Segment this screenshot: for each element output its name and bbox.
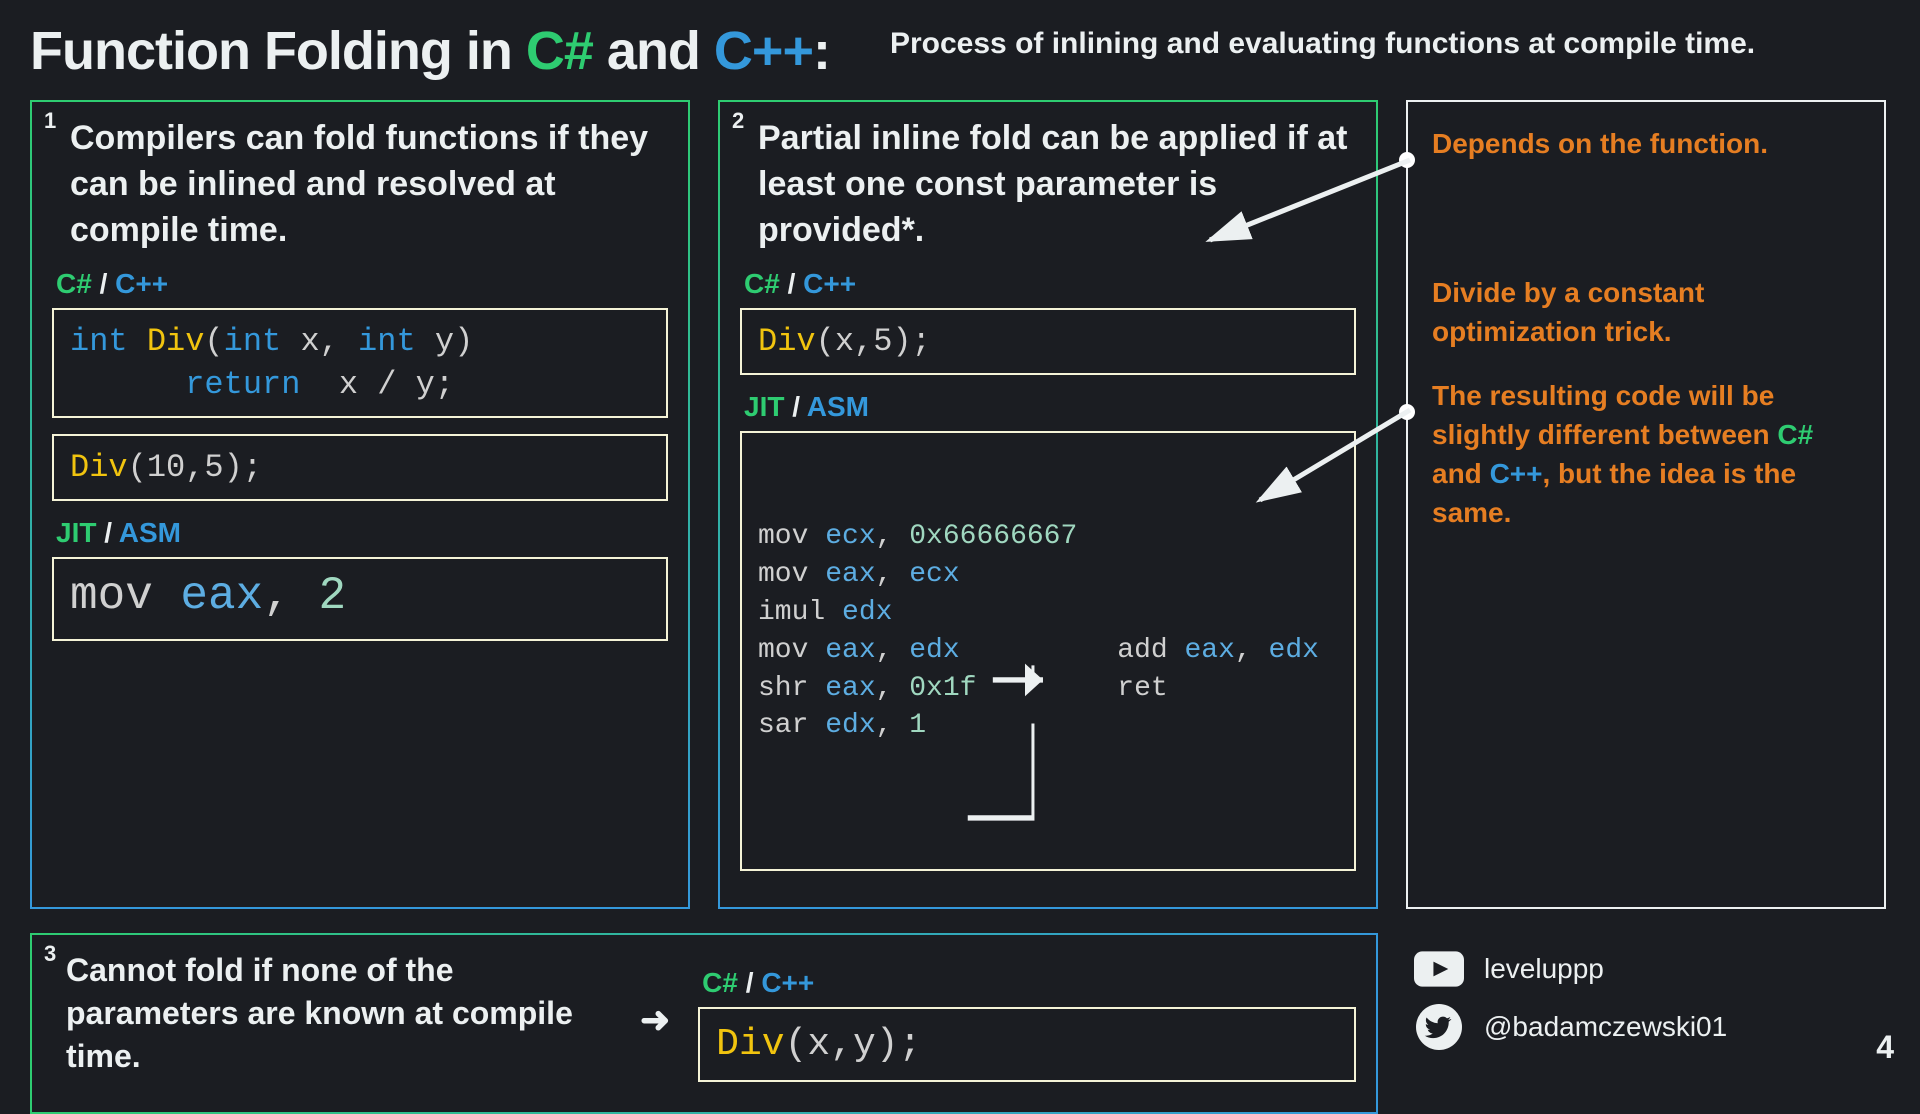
page-title: Function Folding in C# and C++: [30,20,830,82]
title-cpp: C++ [714,21,813,81]
code-block-div-x5: Div(x,5); [740,308,1356,375]
twitter-link[interactable]: @badamczewski01 [1414,1009,1886,1045]
panel-number-1: 1 [44,108,56,134]
lang-label-2: C# / C++ [744,268,1356,300]
panel2-text: Partial inline fold can be applied if at… [758,116,1356,254]
lang-label-1: C# / C++ [56,268,668,300]
jit-label-1: JIT / ASM [56,517,668,549]
jit-sep: / [96,517,118,548]
code-block-div-def: int Div(int x, int y) return x / y; [52,308,668,418]
panel3-text: Cannot fold if none of the parameters ar… [66,949,612,1079]
page-number: 4 [1876,1029,1894,1066]
code-block-div-call: Div(10,5); [52,434,668,501]
panel-number-2: 2 [732,108,744,134]
code-block-div-xy: Div(x,y); [698,1007,1356,1082]
header: Function Folding in C# and C++: Process … [30,20,1890,82]
lang-cpp: C++ [115,268,168,299]
note-depends: Depends on the function. [1432,124,1860,163]
lang-sep: / [92,268,115,299]
title-prefix: Function Folding in [30,21,526,81]
title-colon: : [813,21,830,81]
panel-full-fold: 1 Compilers can fold functions if they c… [30,100,690,909]
lang-label-3: C# / C++ [702,967,1356,999]
title-and: and [593,21,714,81]
note-result: The resulting code will be slightly diff… [1432,376,1860,533]
notes-panel: Depends on the function. Divide by a con… [1406,100,1886,909]
subtitle: Process of inlining and evaluating funct… [890,20,1755,65]
asm-label: ASM [119,517,181,548]
panel-partial-fold: 2 Partial inline fold can be applied if … [718,100,1378,909]
arrow-right-icon: ➜ [640,999,670,1041]
jit-label-2: JIT / ASM [744,391,1356,423]
note-divtrick: Divide by a constant optimization trick. [1432,273,1860,351]
title-csharp: C# [526,21,593,81]
lang-csharp: C# [56,268,92,299]
panel-no-fold: 3 Cannot fold if none of the parameters … [30,933,1378,1114]
twitter-handle: @badamczewski01 [1484,1011,1727,1043]
youtube-link[interactable]: leveluppp [1414,951,1886,987]
jit-label: JIT [56,517,96,548]
youtube-icon [1414,951,1464,987]
twitter-icon [1414,1009,1464,1045]
youtube-handle: leveluppp [1484,953,1604,985]
panel-number-3: 3 [44,941,56,967]
connector-dot-icon [1399,152,1415,168]
code-block-asm-2: mov ecx, 0x66666667 mov eax, ecx imul ed… [740,431,1356,871]
panel1-text: Compilers can fold functions if they can… [70,116,668,254]
connector-dot-icon [1399,404,1415,420]
social-links: leveluppp @badamczewski01 [1406,933,1886,1114]
code-block-asm-1: mov eax, 2 [52,557,668,641]
